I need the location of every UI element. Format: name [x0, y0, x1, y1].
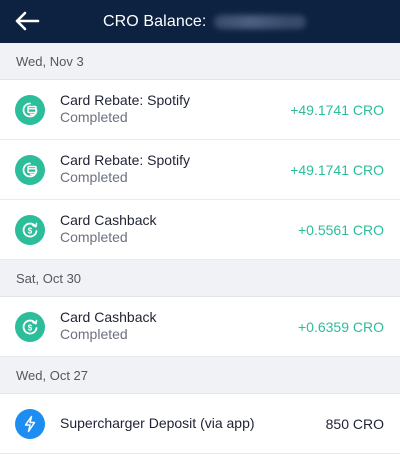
cashback-icon: $ — [15, 312, 45, 342]
transaction-row[interactable]: Card Rebate: Spotify Completed +49.1741 … — [0, 140, 400, 200]
balance-value-redacted — [214, 14, 307, 29]
transaction-name: Card Cashback — [60, 212, 157, 228]
svg-text:$: $ — [28, 323, 33, 332]
svg-text:$: $ — [28, 226, 33, 235]
transaction-text: Card Rebate: Spotify Completed — [60, 152, 190, 186]
page-title: CRO Balance: — [103, 12, 207, 30]
transaction-amount: +0.5561 CRO — [298, 222, 384, 238]
transaction-text: Supercharger Deposit (via app) — [60, 415, 255, 432]
transaction-list: Wed, Nov 3 Card Rebate: Spotify Complete… — [0, 43, 400, 454]
card-rebate-icon — [15, 155, 45, 185]
date-header: Sat, Oct 30 — [0, 260, 400, 297]
transaction-row[interactable]: $ Card Cashback Completed +0.6359 CRO — [0, 297, 400, 357]
balance-title-wrap: CRO Balance: — [103, 0, 307, 43]
cashback-icon: $ — [15, 215, 45, 245]
transaction-name: Supercharger Deposit (via app) — [60, 415, 255, 431]
transaction-amount: 850 CRO — [325, 416, 384, 432]
transaction-name: Card Rebate: Spotify — [60, 152, 190, 168]
top-bar: CRO Balance: — [0, 0, 400, 43]
card-rebate-icon — [15, 95, 45, 125]
arrow-left-icon — [15, 11, 40, 31]
transaction-amount: +49.1741 CRO — [290, 102, 384, 118]
transaction-text: Card Cashback Completed — [60, 309, 157, 343]
transaction-row[interactable]: $ Card Cashback Completed +0.5561 CRO — [0, 200, 400, 260]
transaction-text: Card Cashback Completed — [60, 212, 157, 246]
back-button[interactable] — [12, 8, 42, 34]
transaction-row[interactable]: Card Rebate: Spotify Completed +49.1741 … — [0, 80, 400, 140]
date-header: Wed, Oct 27 — [0, 357, 400, 394]
transaction-status: Completed — [60, 109, 128, 125]
transaction-text: Card Rebate: Spotify Completed — [60, 92, 190, 126]
transaction-status: Completed — [60, 326, 128, 342]
lightning-icon — [15, 409, 45, 439]
transaction-status: Completed — [60, 169, 128, 185]
transaction-name: Card Cashback — [60, 309, 157, 325]
transaction-row[interactable]: Supercharger Deposit (via app) 850 CRO — [0, 394, 400, 454]
transaction-status: Completed — [60, 229, 128, 245]
transaction-amount: +49.1741 CRO — [290, 162, 384, 178]
transaction-name: Card Rebate: Spotify — [60, 92, 190, 108]
transaction-amount: +0.6359 CRO — [298, 319, 384, 335]
date-header: Wed, Nov 3 — [0, 43, 400, 80]
